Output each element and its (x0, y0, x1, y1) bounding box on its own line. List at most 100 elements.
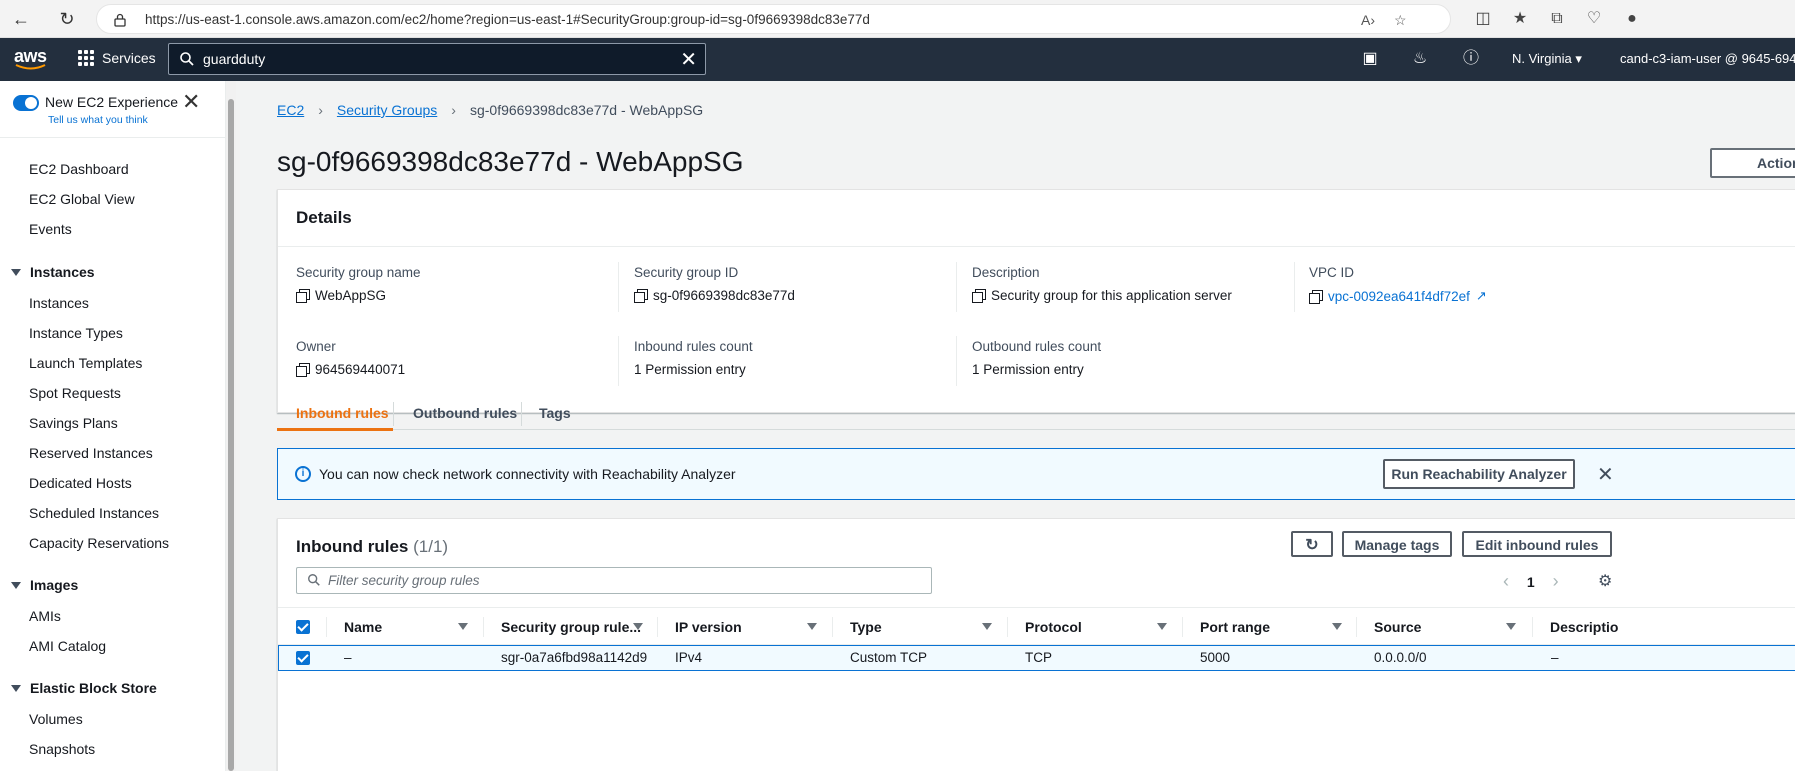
sidebar-item-dedicated-hosts[interactable]: Dedicated Hosts (29, 475, 132, 491)
url-text[interactable]: https://us-east-1.console.aws.amazon.com… (145, 12, 870, 27)
sidebar-scrollbar[interactable] (226, 81, 236, 771)
sidebar-item-instance-types[interactable]: Instance Types (29, 325, 123, 341)
breadcrumb-security-groups[interactable]: Security Groups (337, 102, 437, 118)
col-label: Type (850, 619, 882, 635)
copy-icon[interactable] (1309, 289, 1323, 304)
new-experience-toggle[interactable] (13, 95, 39, 111)
tab-inbound-rules[interactable]: Inbound rules (296, 405, 389, 421)
refresh-icon: ↻ (1305, 537, 1319, 554)
back-icon[interactable]: ← (10, 8, 32, 30)
copy-icon[interactable] (296, 289, 310, 303)
edit-inbound-rules-button[interactable]: Edit inbound rules (1462, 531, 1612, 557)
col-source[interactable]: Source (1374, 619, 1516, 635)
search-icon (180, 52, 194, 66)
column-divider (956, 262, 957, 312)
chevron-right-icon[interactable]: › (1553, 571, 1559, 591)
sidebar-item-instances[interactable]: Instances (29, 295, 89, 311)
column-divider (956, 336, 957, 386)
gear-icon[interactable]: ⚙ (1598, 571, 1612, 591)
console-search[interactable]: guardduty ✕ (168, 43, 706, 75)
row-checkbox[interactable] (296, 651, 310, 665)
feedback-link[interactable]: Tell us what you think (48, 114, 148, 126)
clear-search-icon[interactable]: ✕ (680, 47, 697, 72)
cell-port-range: 5000 (1200, 650, 1231, 665)
sidebar-item-volumes[interactable]: Volumes (29, 711, 83, 727)
sidebar-item-ec2-dashboard[interactable]: EC2 Dashboard (29, 161, 129, 177)
aws-logo[interactable]: aws (14, 46, 50, 72)
split-screen-icon[interactable]: ◫ (1473, 9, 1493, 29)
sidebar-item-launch-templates[interactable]: Launch Templates (29, 355, 142, 371)
sidebar-item-savings-plans[interactable]: Savings Plans (29, 415, 118, 431)
favorite-star-icon[interactable]: ☆ (1394, 12, 1407, 29)
sidebar-item-snapshots[interactable]: Snapshots (29, 741, 95, 757)
actions-button[interactable]: Actions (1710, 148, 1795, 178)
field-vpc-id: VPC ID vpc-0092ea641f4df72ef ↗ (1309, 265, 1639, 304)
dismiss-banner-icon[interactable]: ✕ (1597, 462, 1614, 487)
cloudshell-icon[interactable]: ▣ (1360, 49, 1380, 69)
select-all-checkbox[interactable] (296, 620, 310, 634)
sidebar-item-ec2-global-view[interactable]: EC2 Global View (29, 191, 135, 207)
column-divider (1294, 262, 1295, 312)
col-port-range[interactable]: Port range (1200, 619, 1342, 635)
pagination: ‹ 1 › (1503, 571, 1559, 592)
column-divider (1356, 617, 1357, 637)
col-rule-id[interactable]: Security group rule... (501, 619, 643, 635)
sidebar-item-scheduled-instances[interactable]: Scheduled Instances (29, 505, 159, 521)
search-input[interactable]: guardduty (203, 51, 265, 67)
sort-icon (982, 623, 992, 630)
read-aloud-icon[interactable]: A› (1361, 12, 1375, 28)
tab-tags[interactable]: Tags (539, 405, 571, 421)
sort-icon (1157, 623, 1167, 630)
notifications-bell-icon[interactable]: ♨ (1410, 49, 1430, 69)
refresh-icon[interactable]: ↻ (56, 8, 78, 30)
col-type[interactable]: Type (850, 619, 992, 635)
browser-toolbar: ← ↻ https://us-east-1.console.aws.amazon… (0, 0, 1795, 38)
sidebar-section-ebs[interactable]: Elastic Block Store (11, 680, 157, 696)
chevron-left-icon[interactable]: ‹ (1503, 571, 1509, 591)
external-link-icon[interactable]: ↗ (1476, 288, 1487, 304)
vpc-id-link[interactable]: vpc-0092ea641f4df72ef (1328, 289, 1470, 304)
sidebar-item-reserved-instances[interactable]: Reserved Instances (29, 445, 153, 461)
col-ip-version[interactable]: IP version (675, 619, 817, 635)
sidebar-item-amis[interactable]: AMIs (29, 608, 61, 624)
profile-avatar-icon[interactable]: ● (1622, 9, 1642, 29)
tab-outbound-rules[interactable]: Outbound rules (413, 405, 517, 421)
sidebar-item-spot-requests[interactable]: Spot Requests (29, 385, 121, 401)
breadcrumb-ec2[interactable]: EC2 (277, 102, 304, 118)
manage-tags-button[interactable]: Manage tags (1342, 531, 1452, 557)
help-icon[interactable]: ⓘ (1461, 49, 1481, 69)
refresh-button[interactable]: ↻ (1291, 531, 1333, 557)
col-description[interactable]: Descriptio (1550, 619, 1618, 635)
aws-top-nav: aws Services guardduty ✕ ▣ ♨ ⓘ N. Virgin… (0, 38, 1795, 81)
filter-rules-input[interactable]: Filter security group rules (296, 567, 932, 594)
sidebar-item-events[interactable]: Events (29, 221, 72, 237)
table-row[interactable]: – sgr-0a7a6fbd98a1142d9 IPv4 Custom TCP … (278, 645, 1795, 671)
services-menu[interactable]: Services (78, 50, 156, 66)
copy-icon[interactable] (634, 289, 648, 303)
reachability-info-banner: i You can now check network connectivity… (277, 448, 1795, 500)
sidebar-section-instances[interactable]: Instances (11, 264, 95, 280)
close-sidebar-icon[interactable]: ✕ (182, 89, 200, 115)
copy-icon[interactable] (296, 363, 310, 377)
col-protocol[interactable]: Protocol (1025, 619, 1167, 635)
lock-icon (114, 13, 126, 27)
browser-essentials-icon[interactable]: ♡ (1584, 9, 1604, 29)
run-reachability-analyzer-button[interactable]: Run Reachability Analyzer (1383, 459, 1575, 489)
address-bar[interactable]: https://us-east-1.console.aws.amazon.com… (96, 4, 1451, 34)
favorites-icon[interactable]: ★ (1510, 9, 1530, 29)
field-label: Security group ID (634, 265, 739, 280)
sidebar-item-capacity-reservations[interactable]: Capacity Reservations (29, 535, 169, 551)
col-name[interactable]: Name (344, 619, 468, 635)
account-label: cand-c3-iam-user @ 9645-6944 (1620, 51, 1795, 66)
account-menu[interactable]: cand-c3-iam-user @ 9645-6944 (1620, 51, 1795, 66)
page-number[interactable]: 1 (1527, 574, 1535, 590)
sidebar-item-ami-catalog[interactable]: AMI Catalog (29, 638, 106, 654)
col-label: Security group rule... (501, 619, 642, 635)
details-panel: Details Security group name WebAppSG Sec… (277, 189, 1795, 413)
copy-icon[interactable] (972, 289, 986, 303)
scrollbar-thumb[interactable] (228, 99, 234, 771)
cell-ip-version: IPv4 (675, 650, 703, 665)
sidebar-section-images[interactable]: Images (11, 577, 78, 593)
collections-icon[interactable]: ⧉ (1547, 9, 1567, 29)
region-selector[interactable]: N. Virginia ▾ (1512, 51, 1582, 67)
